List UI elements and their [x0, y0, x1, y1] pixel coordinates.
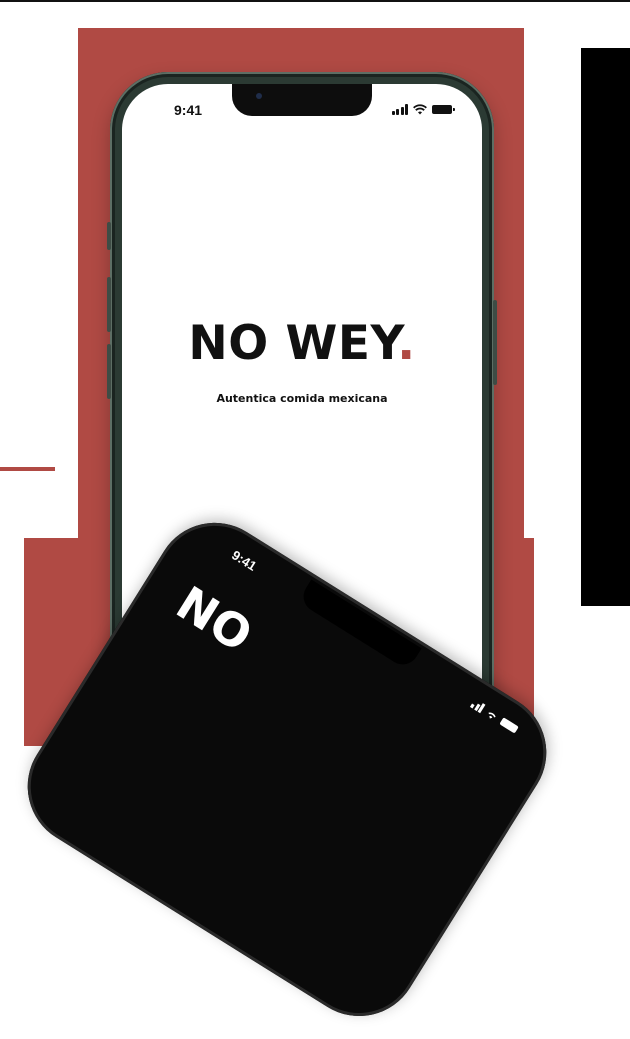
status-icons-secondary: [469, 698, 519, 734]
phone-side-button: [107, 222, 111, 250]
top-rule: [0, 0, 630, 2]
black-side-panel: [581, 48, 630, 606]
signal-icon: [391, 104, 408, 115]
status-icons: [391, 104, 455, 115]
status-time: 9:41: [174, 102, 203, 118]
status-time-secondary: 9:41: [229, 547, 260, 574]
phone-volume-down: [107, 344, 111, 399]
phone-notch: [232, 84, 372, 116]
brand-name: NO WEY: [188, 316, 398, 371]
camera-icon: [256, 93, 262, 99]
signal-icon: [469, 698, 486, 714]
brand-tagline: Autentica comida mexicana: [216, 392, 388, 405]
accent-line: [0, 467, 55, 471]
wifi-icon: [413, 104, 427, 115]
wifi-icon: [488, 712, 496, 719]
background-red-panel-left-strip: [0, 538, 24, 708]
battery-icon: [499, 717, 519, 734]
brand-dot: .: [397, 316, 416, 371]
battery-icon: [432, 105, 455, 114]
brand-logo-secondary: NO: [167, 575, 262, 663]
phone-volume-up: [107, 277, 111, 332]
phone-power-button: [493, 300, 497, 385]
brand-logo: NO WEY.: [122, 316, 482, 371]
